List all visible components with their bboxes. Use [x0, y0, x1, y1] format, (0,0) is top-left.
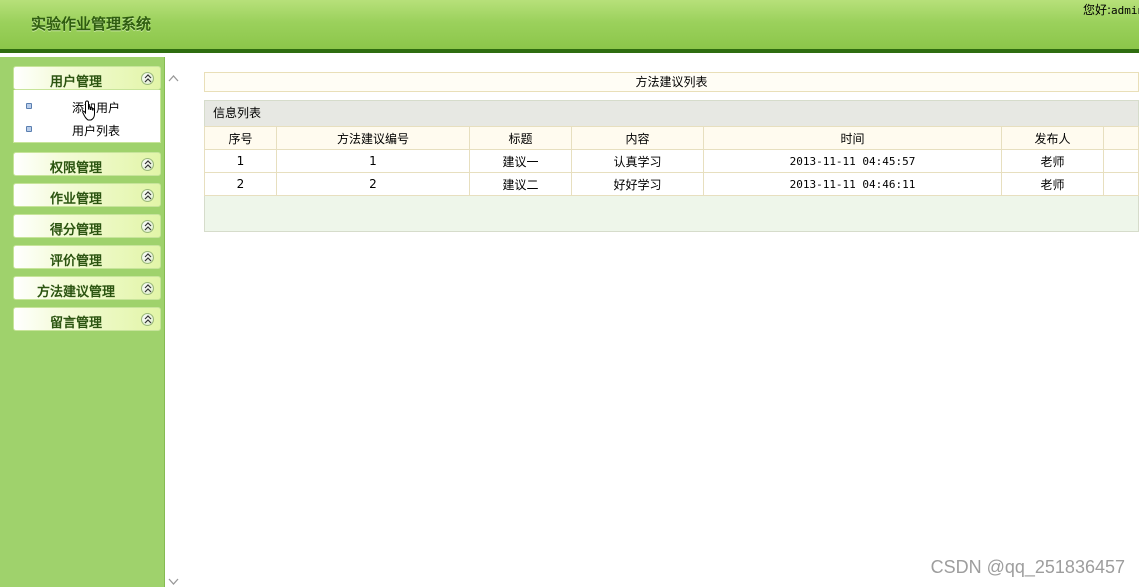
cell-title: 建议一 — [469, 149, 572, 173]
cell-suggestion-id: 2 — [276, 172, 470, 196]
column-header: 方法建议编号 — [276, 126, 470, 150]
double-chevron-up-icon[interactable] — [141, 220, 154, 233]
greeting-label: 您好: — [1083, 3, 1112, 17]
chevron-up-icon[interactable] — [168, 74, 179, 82]
double-chevron-up-icon[interactable] — [141, 282, 154, 295]
menu-header-label: 得分管理 — [49, 223, 102, 238]
column-header: 序号 — [204, 126, 277, 150]
sidebar-item-user-list[interactable]: 用户列表 — [26, 121, 156, 139]
column-header: 发布人 — [1001, 126, 1104, 150]
menu-header-label: 作业管理 — [49, 192, 102, 207]
cell-publisher: 老师 — [1001, 172, 1104, 196]
app-title: 实验作业管理系统 — [31, 15, 152, 33]
user-name[interactable]: admin — [1111, 4, 1139, 17]
column-header — [1103, 126, 1139, 150]
menu-header-label: 评价管理 — [49, 254, 102, 269]
main-content: 方法建议列表 信息列表 序号 方法建议编号 标题 内容 时间 发布人 1 1 建… — [204, 72, 1139, 232]
menu-group-homework-management: 作业管理 — [13, 183, 161, 207]
table-header-row: 序号 方法建议编号 标题 内容 时间 发布人 — [204, 126, 1139, 150]
panel-title: 信息列表 — [205, 101, 1138, 127]
double-chevron-up-icon[interactable] — [141, 158, 154, 171]
menu-group-score-management: 得分管理 — [13, 214, 161, 238]
menu-header-permission-management[interactable]: 权限管理 — [13, 152, 161, 176]
double-chevron-up-icon[interactable] — [141, 313, 154, 326]
cell-content: 认真学习 — [571, 149, 704, 173]
suggestion-table: 序号 方法建议编号 标题 内容 时间 发布人 1 1 建议一 认真学习 2013… — [204, 126, 1139, 196]
chevron-down-icon[interactable] — [168, 578, 179, 586]
menu-header-homework-management[interactable]: 作业管理 — [13, 183, 161, 207]
user-greeting: 您好:admin — [1083, 1, 1139, 18]
cell-title: 建议二 — [469, 172, 572, 196]
cell-content: 好好学习 — [571, 172, 704, 196]
info-list-panel: 信息列表 序号 方法建议编号 标题 内容 时间 发布人 1 1 建议一 认真学习… — [204, 100, 1139, 232]
watermark: CSDN @qq_251836457 — [930, 557, 1125, 577]
cell-time: 2013-11-11 04:45:57 — [703, 149, 1002, 173]
menu-header-label: 用户管理 — [49, 75, 102, 90]
square-bullet-icon — [26, 103, 32, 109]
menu-header-method-suggestion-management[interactable]: 方法建议管理 — [13, 276, 161, 300]
menu-header-message-management[interactable]: 留言管理 — [13, 307, 161, 331]
cell-actions — [1103, 172, 1139, 196]
column-header: 时间 — [703, 126, 1002, 150]
menu-group-message-management: 留言管理 — [13, 307, 161, 331]
menu-header-score-management[interactable]: 得分管理 — [13, 214, 161, 238]
cell-index: 2 — [204, 172, 277, 196]
menu-group-permission-management: 权限管理 — [13, 152, 161, 176]
double-chevron-up-icon[interactable] — [141, 251, 154, 264]
column-header: 内容 — [571, 126, 704, 150]
menu-group-evaluation-management: 评价管理 — [13, 245, 161, 269]
column-header: 标题 — [469, 126, 572, 150]
cell-suggestion-id: 1 — [276, 149, 470, 173]
sidebar-collapse-strip — [165, 57, 182, 587]
menu-header-label: 权限管理 — [49, 161, 102, 176]
menu-header-user-management[interactable]: 用户管理 — [13, 66, 161, 90]
cell-publisher: 老师 — [1001, 149, 1104, 173]
table-row[interactable]: 2 2 建议二 好好学习 2013-11-11 04:46:11 老师 — [204, 172, 1139, 196]
menu-group-method-suggestion-management: 方法建议管理 — [13, 276, 161, 300]
hand-pointer-icon — [82, 100, 95, 121]
page-title: 方法建议列表 — [204, 72, 1139, 92]
cell-time: 2013-11-11 04:46:11 — [703, 172, 1002, 196]
cell-actions — [1103, 149, 1139, 173]
table-row[interactable]: 1 1 建议一 认真学习 2013-11-11 04:45:57 老师 — [204, 149, 1139, 173]
menu-header-label: 方法建议管理 — [36, 285, 115, 300]
sidebar: 用户管理 添加用户 用户列表 权限管理 作业管理 得分管理 评价管理 方法建议管… — [0, 57, 165, 587]
double-chevron-up-icon[interactable] — [141, 189, 154, 202]
app-header: 实验作业管理系统 您好:admin — [0, 0, 1139, 53]
sidebar-item-label: 用户列表 — [72, 124, 121, 138]
cell-index: 1 — [204, 149, 277, 173]
double-chevron-up-icon[interactable] — [141, 72, 154, 85]
menu-header-evaluation-management[interactable]: 评价管理 — [13, 245, 161, 269]
menu-header-label: 留言管理 — [49, 316, 102, 331]
square-bullet-icon — [26, 126, 32, 132]
